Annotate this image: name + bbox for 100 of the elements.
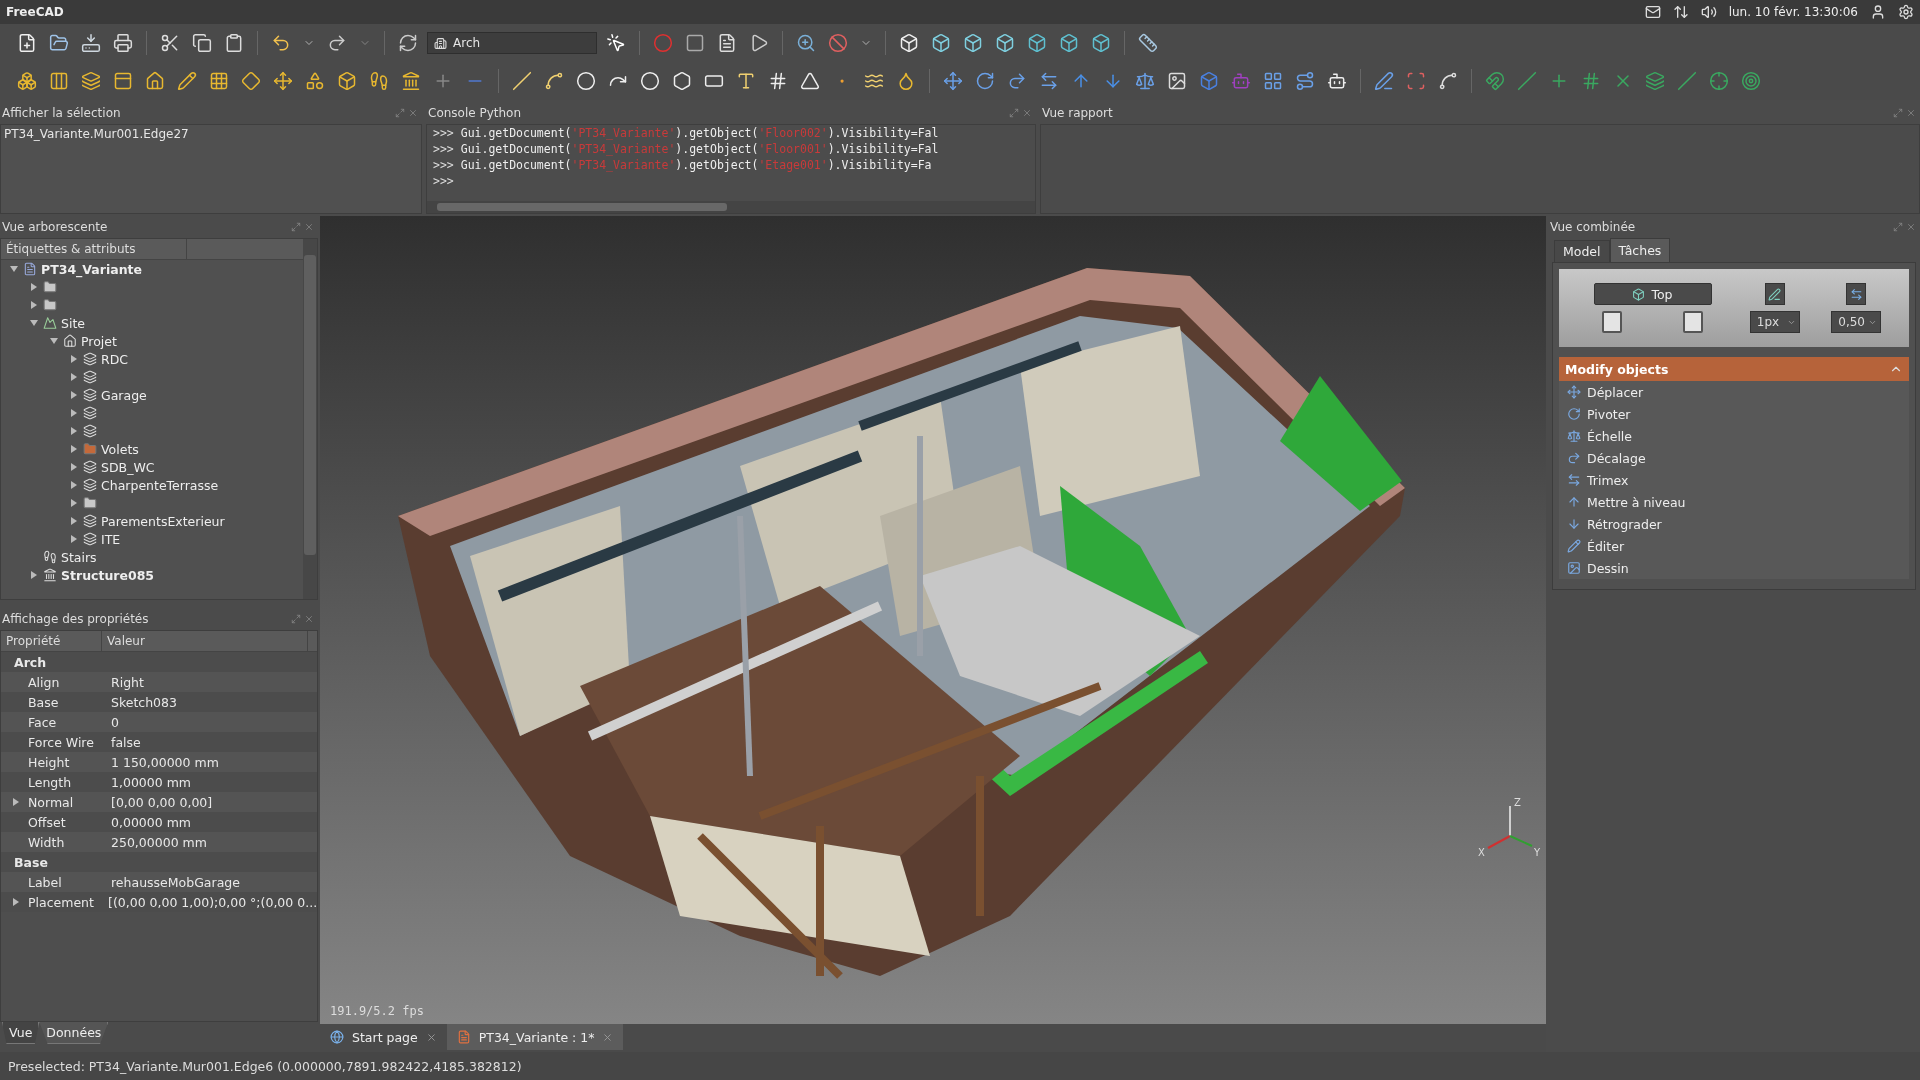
copy-icon[interactable] [192, 33, 212, 53]
property-value[interactable]: 250,00000 mm [111, 834, 207, 850]
task-item[interactable]: Déplacer [1559, 381, 1652, 403]
stop-icon[interactable] [685, 33, 705, 53]
ruler-icon[interactable] [1138, 33, 1158, 53]
pointer-help-icon[interactable] [606, 33, 626, 53]
expand-arrow-icon[interactable] [70, 373, 78, 381]
tree-item[interactable]: ParementsExterieur [101, 513, 225, 529]
wire-icon[interactable] [1438, 71, 1458, 91]
shape-string-icon[interactable] [864, 71, 884, 91]
snap-target-icon[interactable] [1741, 71, 1761, 91]
task-item[interactable]: Dessin [1559, 557, 1637, 579]
expand-arrow-icon[interactable] [70, 427, 78, 435]
tree-item[interactable]: RDC [101, 351, 129, 367]
expand-arrow-icon[interactable] [70, 355, 78, 363]
columns-icon[interactable] [49, 71, 69, 91]
expand-arrow-icon[interactable] [70, 499, 78, 507]
tree-item[interactable]: CharpenteTerrasse [101, 477, 219, 493]
play-icon[interactable] [749, 33, 769, 53]
snap-line-icon[interactable] [1517, 71, 1537, 91]
cut-icon[interactable] [160, 33, 180, 53]
expand-arrow-icon[interactable] [30, 283, 38, 291]
line-width-field[interactable]: 1px [1749, 311, 1800, 333]
cube-icon[interactable] [1059, 33, 1079, 53]
tool-button[interactable] [1764, 283, 1785, 305]
panel-tab[interactable]: Tâches [1609, 238, 1671, 262]
property-value[interactable]: Sketch083 [111, 694, 177, 710]
tree-item[interactable]: Volets [101, 441, 139, 457]
no-entry-icon[interactable] [828, 33, 848, 53]
task-item[interactable]: Trimex [1559, 469, 1637, 491]
view-button[interactable]: Top [1593, 283, 1712, 305]
offset-icon[interactable] [1007, 71, 1027, 91]
face-color-swatch[interactable] [1683, 311, 1704, 333]
document-tab[interactable]: PT34_Variante : 1* [446, 1024, 624, 1050]
snap-grid-icon[interactable] [1581, 71, 1601, 91]
cube-icon[interactable] [995, 33, 1015, 53]
workbench-dropdown[interactable]: Arch [427, 32, 597, 54]
tree-item[interactable]: SDB_WC [101, 459, 155, 475]
expand-arrow-icon[interactable] [70, 517, 78, 525]
tree-item[interactable]: Garage [101, 387, 147, 403]
print-icon[interactable] [113, 33, 133, 53]
undo-icon[interactable] [271, 33, 291, 53]
move-icon[interactable] [943, 71, 963, 91]
open-folder-icon[interactable] [49, 33, 69, 53]
scrollbar-thumb[interactable] [437, 203, 727, 211]
property-value[interactable]: 1,00000 mm [111, 774, 192, 790]
scrollbar-thumb[interactable] [304, 255, 316, 555]
tree-item[interactable]: PT34_Variante [41, 261, 142, 277]
close-icon[interactable] [602, 1031, 614, 1043]
pen-icon[interactable] [1374, 71, 1394, 91]
line-color-swatch[interactable] [1601, 311, 1622, 333]
snap-layers-icon[interactable] [1645, 71, 1665, 91]
cube-icon[interactable] [963, 33, 983, 53]
expand-arrow-icon[interactable] [12, 898, 20, 906]
task-item[interactable]: Échelle [1559, 425, 1641, 447]
property-value[interactable]: 1 150,00000 mm [111, 754, 219, 770]
panel-tab[interactable]: Model [1554, 240, 1610, 262]
cube-icon[interactable] [931, 33, 951, 53]
task-item[interactable]: Rétrograder [1559, 513, 1670, 535]
volume-icon[interactable] [1700, 4, 1717, 20]
settings-icon[interactable] [1898, 4, 1914, 20]
panel-tab[interactable]: Données [39, 1022, 109, 1044]
property-value[interactable]: 0 [111, 714, 119, 730]
tree-item[interactable]: ITE [101, 531, 121, 547]
cube-icon[interactable] [1091, 33, 1111, 53]
task-item[interactable]: Décalage [1559, 447, 1654, 469]
property-value[interactable]: false [111, 734, 141, 750]
network-icon[interactable] [1672, 4, 1689, 20]
expand-arrow-icon[interactable] [70, 409, 78, 417]
property-value[interactable]: 0,00000 mm [111, 814, 192, 830]
bezier-icon[interactable] [800, 71, 820, 91]
pencil-icon[interactable] [177, 71, 197, 91]
task-item[interactable]: Pivoter [1559, 403, 1639, 425]
trimex-icon[interactable] [1039, 71, 1059, 91]
task-item[interactable]: Mettre à niveau [1559, 491, 1694, 513]
tree-item[interactable]: Structure085 [61, 567, 155, 583]
path-icon[interactable] [1295, 71, 1315, 91]
polygon-icon[interactable] [672, 71, 692, 91]
window-icon[interactable] [113, 71, 133, 91]
cube-icon[interactable] [1027, 33, 1047, 53]
expand-arrow-icon[interactable] [30, 301, 38, 309]
bricks-icon[interactable] [17, 71, 37, 91]
snap-angle-icon[interactable] [1677, 71, 1697, 91]
property-value[interactable]: [0,00 0,00 0,00] [111, 794, 213, 810]
macro-file-icon[interactable] [717, 33, 737, 53]
scale-icon[interactable] [1135, 71, 1155, 91]
ellipse-icon[interactable] [640, 71, 660, 91]
line-icon[interactable] [512, 71, 532, 91]
close-icon[interactable] [425, 1031, 437, 1043]
zoom-icon[interactable] [796, 33, 816, 53]
property-value[interactable]: rehausseMobGarage [111, 874, 240, 890]
refresh-icon[interactable] [398, 33, 418, 53]
expand-arrow-icon[interactable] [30, 319, 38, 327]
stairs-icon[interactable] [369, 71, 389, 91]
column-header[interactable]: Propriété [1, 631, 102, 651]
new-file-icon[interactable] [17, 33, 37, 53]
expand-arrow-icon[interactable] [70, 463, 78, 471]
redo-icon[interactable] [327, 33, 347, 53]
snap-icon[interactable] [1485, 71, 1505, 91]
task-item[interactable]: Éditer [1559, 535, 1633, 557]
